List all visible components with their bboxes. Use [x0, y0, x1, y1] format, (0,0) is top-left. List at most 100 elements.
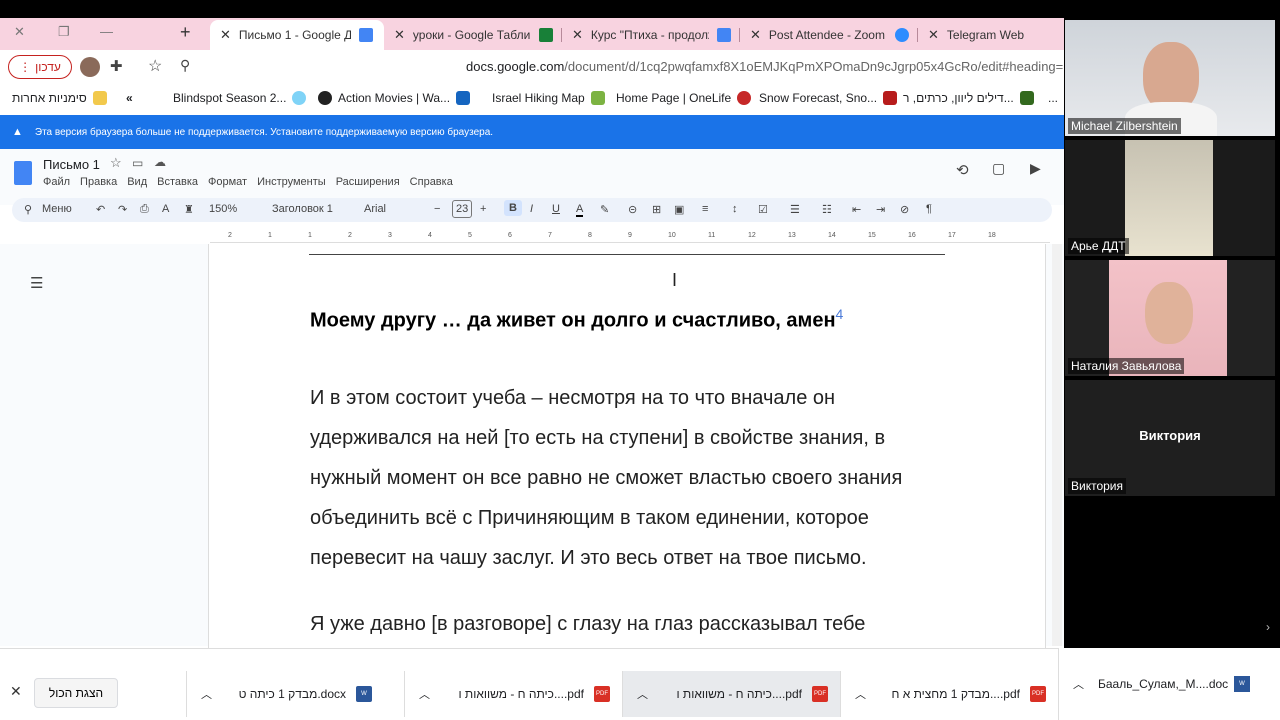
video-tile[interactable]: Наталия Завьялова: [1065, 260, 1275, 376]
docs-logo-icon[interactable]: [14, 161, 32, 185]
add-comment-icon[interactable]: ⊞: [652, 203, 661, 216]
bold-icon[interactable]: B: [504, 200, 522, 216]
decrease-font-icon[interactable]: −: [434, 203, 440, 215]
chevron-up-icon[interactable]: ︿: [855, 686, 866, 702]
tab-zoom[interactable]: ✕ Post Attendee - Zoom: [740, 20, 918, 50]
insert-image-icon[interactable]: ▣: [674, 203, 684, 216]
menu-tools[interactable]: Инструменты: [257, 176, 326, 188]
menu-extensions[interactable]: Расширения: [336, 176, 400, 188]
tab-course-doc[interactable]: ✕ Курс "Птиха - продолж: [562, 20, 740, 50]
chevron-up-icon[interactable]: ︿: [419, 686, 430, 702]
video-tile[interactable]: Виктория Виктория: [1065, 380, 1275, 496]
menu-file[interactable]: Файл: [43, 176, 70, 188]
outline-icon[interactable]: ☰: [30, 274, 43, 292]
bulleted-list-icon[interactable]: ☰: [790, 203, 800, 216]
font-select[interactable]: Arial: [364, 203, 386, 215]
menu-insert[interactable]: Вставка: [157, 176, 198, 188]
profile-avatar[interactable]: [80, 57, 100, 77]
footnote-ref[interactable]: 4: [836, 306, 844, 322]
url-field[interactable]: docs.google.com/document/d/1cq2pwqfamxf8…: [466, 59, 1063, 74]
star-icon[interactable]: ☆: [148, 56, 162, 76]
close-window-icon[interactable]: ✕: [14, 24, 25, 40]
banner-text: Эта версия браузера больше не поддержива…: [34, 126, 494, 138]
paint-format-icon[interactable]: ♜: [184, 203, 194, 216]
close-tab-icon[interactable]: ✕: [394, 27, 405, 43]
redo-icon[interactable]: ↷: [118, 203, 127, 216]
bookmark-snow-forecast[interactable]: Snow Forecast, Sno...: [759, 91, 898, 105]
increase-font-icon[interactable]: +: [480, 203, 486, 215]
checklist-icon[interactable]: ☑: [758, 203, 768, 216]
menu-edit[interactable]: Правка: [80, 176, 117, 188]
document-canvas: ☰ I Моему другу … да живет он долго и сч…: [0, 244, 1064, 654]
extensions-icon[interactable]: ✚: [110, 57, 123, 75]
bookmark-more[interactable]: ...: [1048, 91, 1058, 105]
tab-telegram[interactable]: ✕ Telegram Web: [918, 20, 1064, 50]
menu-view[interactable]: Вид: [127, 176, 147, 188]
text-direction-icon[interactable]: ¶: [926, 203, 932, 215]
line-spacing-icon[interactable]: ↕: [732, 203, 738, 215]
document-page[interactable]: I Моему другу … да живет он долго и счас…: [208, 244, 1046, 654]
numbered-list-icon[interactable]: ☷: [822, 203, 832, 216]
unsupported-browser-banner: ▲ Эта версия браузера больше не поддержи…: [0, 115, 1064, 149]
document-title[interactable]: Письмо 1: [43, 157, 100, 172]
download-item[interactable]: ︿ מבדק 1 כיתה ט.docx W: [186, 671, 404, 717]
font-size-input[interactable]: 23: [452, 200, 473, 218]
zoom-select[interactable]: 150%: [209, 203, 237, 215]
chevron-right-icon[interactable]: ›: [1266, 620, 1270, 634]
scrollbar[interactable]: [1052, 244, 1062, 646]
search-menu-icon[interactable]: ⚲: [24, 203, 32, 216]
download-item[interactable]: ︿ כיתה ח - משוואות ו....pdf PDF: [622, 671, 840, 717]
move-folder-icon[interactable]: ▭: [132, 156, 143, 170]
bookmark-onelife[interactable]: Home Page | OneLife: [616, 91, 752, 105]
update-button[interactable]: ⋮ עדכון: [8, 55, 72, 79]
download-item[interactable]: ︿ כיתה ח - משוואות ו....pdf PDF: [404, 671, 622, 717]
show-all-button[interactable]: הצגת הכול: [34, 678, 118, 708]
search-menus-input[interactable]: Меню: [42, 203, 72, 215]
increase-indent-icon[interactable]: ⇥: [876, 203, 885, 216]
italic-icon[interactable]: I: [530, 203, 533, 215]
bookmark-action-movies[interactable]: Action Movies | Wa...: [318, 91, 471, 105]
print-icon[interactable]: ⎙: [140, 203, 149, 216]
video-tile[interactable]: Арье ДДТ: [1065, 140, 1275, 256]
video-tile[interactable]: Michael Zilbershtein: [1065, 20, 1275, 136]
clear-formatting-icon[interactable]: ⊘: [900, 203, 909, 216]
star-icon[interactable]: ☆: [110, 155, 122, 171]
bookmark-other[interactable]: סימניות אחרות: [12, 91, 107, 105]
text-color-icon[interactable]: A: [576, 203, 584, 217]
close-tab-icon[interactable]: ✕: [928, 27, 939, 43]
close-tab-icon[interactable]: ✕: [750, 27, 761, 43]
bookmark-blindspot[interactable]: Blindspot Season 2...: [173, 91, 307, 105]
history-icon[interactable]: ⟲: [956, 161, 969, 179]
meet-icon[interactable]: ▶: [1030, 160, 1041, 177]
paragraph-style-select[interactable]: Заголовок 1: [272, 203, 333, 215]
download-item[interactable]: ︿ Бааль_Сулам,_M....docx W: [1058, 648, 1280, 720]
underline-icon[interactable]: U: [552, 203, 560, 215]
close-icon[interactable]: ✕: [10, 683, 22, 700]
comment-icon[interactable]: ▢: [992, 160, 1005, 177]
download-filename: כיתה ח - משוואות ו....pdf: [676, 687, 802, 701]
tab-google-sheets[interactable]: ✕ уроки - Google Таблицы: [384, 20, 562, 50]
close-tab-icon[interactable]: ✕: [572, 27, 583, 43]
align-icon[interactable]: ≡: [702, 203, 708, 215]
close-tab-icon[interactable]: ✕: [220, 27, 231, 43]
restore-window-icon[interactable]: ❐: [58, 24, 70, 40]
chevron-up-icon[interactable]: ︿: [637, 686, 648, 702]
new-tab-icon[interactable]: +: [180, 22, 191, 43]
bookmark-deals[interactable]: דילים ליוון, כרתים, ר...: [903, 91, 1034, 105]
undo-icon[interactable]: ↶: [96, 203, 105, 216]
download-item[interactable]: ︿ מבדק 1 מחצית א ח....pdf PDF: [840, 671, 1058, 717]
chevron-up-icon[interactable]: ︿: [201, 686, 212, 702]
spellcheck-icon[interactable]: A: [162, 203, 169, 215]
menu-format[interactable]: Формат: [208, 176, 247, 188]
link-icon[interactable]: ⊝: [628, 203, 637, 216]
chevron-double-left-icon[interactable]: «: [126, 91, 133, 105]
search-icon[interactable]: ⚲: [180, 57, 190, 74]
menu-help[interactable]: Справка: [410, 176, 453, 188]
pdf-file-icon: PDF: [1030, 686, 1046, 702]
decrease-indent-icon[interactable]: ⇤: [852, 203, 861, 216]
bookmark-israel-hiking[interactable]: Israel Hiking Map: [492, 91, 605, 105]
highlight-icon[interactable]: ✎: [600, 203, 609, 216]
minimize-window-icon[interactable]: —: [100, 24, 113, 39]
tab-google-doc[interactable]: ✕ Письмо 1 - Google Док: [210, 20, 384, 50]
chevron-up-icon[interactable]: ︿: [1073, 676, 1084, 692]
